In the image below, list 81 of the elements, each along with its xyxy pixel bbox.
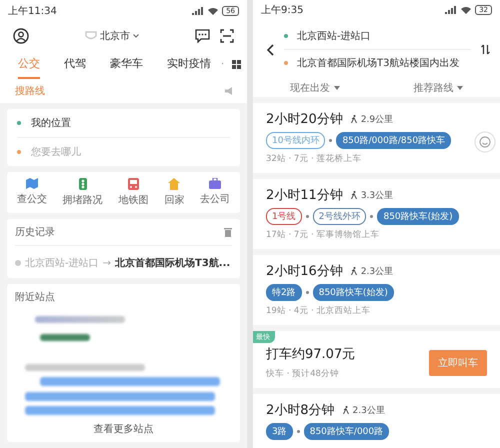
dot-icon [284, 34, 288, 38]
shortcut-button[interactable]: 回家 [164, 178, 184, 207]
subway-line-tag: 10号线内环 [266, 132, 326, 149]
filter-dropdown[interactable]: 现在出发 [284, 80, 346, 96]
origin-field[interactable]: 北京西站-进站口 [297, 29, 371, 43]
bus-line-tag: 850路快车(始发) [312, 284, 394, 301]
status-time: 上午9:35 [261, 4, 304, 16]
wifi-icon [208, 6, 218, 15]
separator-dot [306, 215, 309, 218]
history-title: 历史记录 [15, 226, 55, 239]
bus-line-tag: 850路/000路/850路快车 [336, 132, 452, 149]
shortcut-button[interactable]: 地铁图 [118, 178, 148, 207]
shortcut-button[interactable]: 查公交 [16, 178, 47, 207]
destination-field[interactable]: 您要去哪儿 [31, 144, 230, 160]
signal-icon [192, 6, 204, 15]
route-details: 32站 · 7元 · 莲花桥上车 [266, 153, 362, 165]
shortcut-button[interactable]: 拥堵路况 [62, 178, 103, 207]
route-duration: 2小时16分钟 [266, 263, 343, 280]
city-selector[interactable]: 北京市 [85, 28, 139, 43]
route-duration: 2小时11分钟 [266, 187, 343, 204]
more-stations-link[interactable]: 查看更多站点 [94, 422, 154, 436]
route-card[interactable]: 2小时8分钟 2.3公里 3路 850路快车/000路 [253, 394, 500, 448]
swap-icon[interactable] [481, 44, 490, 55]
search-route-label: 搜路线 [15, 84, 45, 98]
walking-icon [350, 267, 357, 275]
signal-icon [445, 6, 458, 14]
route-details: 17站 · 7元 · 军事博物馆上车 [266, 229, 380, 241]
subway-line-tag: 2号线外环 [312, 208, 366, 225]
walking-icon [350, 191, 357, 199]
walking-icon [342, 406, 349, 414]
history-destination: 北京首都国际机场T3航... [115, 256, 230, 270]
walk-distance: 2.9公里 [360, 114, 394, 126]
bus-line-tag: 850路快车/000路 [304, 423, 390, 440]
route-card[interactable]: 2小时11分钟 3.3公里 1号线 2号线外环 850路快车(始发) 17站 · 7元 · 军事博物馆上车 [253, 179, 500, 249]
taxi-details: 快车 · 预计48分钟 [266, 368, 340, 380]
grid-icon[interactable] [232, 60, 242, 69]
walk-distance: 2.3公里 [352, 404, 385, 416]
smiley-icon[interactable] [474, 131, 496, 153]
caret-icon [334, 86, 340, 90]
bus-line-tag: 850路快车(始发) [377, 208, 459, 225]
route-duration: 2小时20分钟 [266, 111, 343, 128]
filter-dropdown[interactable]: 推荐路线 [407, 80, 470, 96]
origin-field[interactable]: 我的位置 [31, 116, 230, 130]
caret-icon [457, 86, 464, 90]
caret-icon [133, 34, 139, 38]
history-origin: 北京西站-进站口 [25, 256, 99, 270]
more-dot: · [221, 58, 224, 70]
separator-dot [370, 215, 374, 218]
tab[interactable]: 实时疫情 [167, 50, 211, 79]
route-details: 19站 · 4元 · 北京西站上车 [266, 305, 372, 317]
walking-icon [350, 115, 357, 123]
bus-line-tag: 3路 [266, 423, 293, 440]
walk-distance: 3.3公里 [360, 190, 394, 202]
dot-icon [284, 61, 288, 65]
dot-icon [17, 150, 21, 154]
route-duration: 2小时8分钟 [266, 402, 335, 419]
shortcut-button[interactable]: 去公司 [200, 178, 230, 207]
taxi-price: 打车约97.07元 [266, 346, 356, 363]
message-icon[interactable] [195, 28, 210, 43]
shield-icon [85, 30, 97, 41]
bus-line-tag: 特2路 [266, 284, 302, 301]
route-card[interactable]: 2小时20分钟 2.9公里 10号线内环 850路/000路/850路快车 32站 · 7元 · 莲花桥上车 [253, 103, 500, 173]
wifi-icon [461, 6, 472, 14]
history-item[interactable]: 北京西站-进站口 → 北京首都国际机场T3航... [15, 246, 232, 270]
tab[interactable]: 代驾 [64, 50, 86, 79]
status-time: 上午11:34 [8, 4, 57, 18]
back-icon[interactable] [267, 44, 274, 56]
trash-icon[interactable] [224, 228, 232, 236]
nearby-title: 附近站点 [15, 290, 56, 304]
history-arrow: → [102, 258, 111, 268]
walk-distance: 2.3公里 [360, 266, 394, 278]
subway-line-tag: 1号线 [266, 208, 302, 225]
route-card[interactable]: 2小时16分钟 2.3公里 特2路 850路快车(始发) 19站 · 4元 · 北京西站上车 [253, 255, 500, 325]
separator-dot [306, 291, 309, 294]
separator-dot [329, 139, 332, 142]
user-icon[interactable] [13, 28, 29, 44]
destination-field[interactable]: 北京首都国际机场T3航站楼国内出发 [297, 56, 460, 70]
scan-icon[interactable] [220, 28, 234, 43]
separator-dot [296, 430, 300, 433]
dot-icon [17, 121, 21, 125]
tab[interactable]: 豪华车 [110, 50, 143, 79]
